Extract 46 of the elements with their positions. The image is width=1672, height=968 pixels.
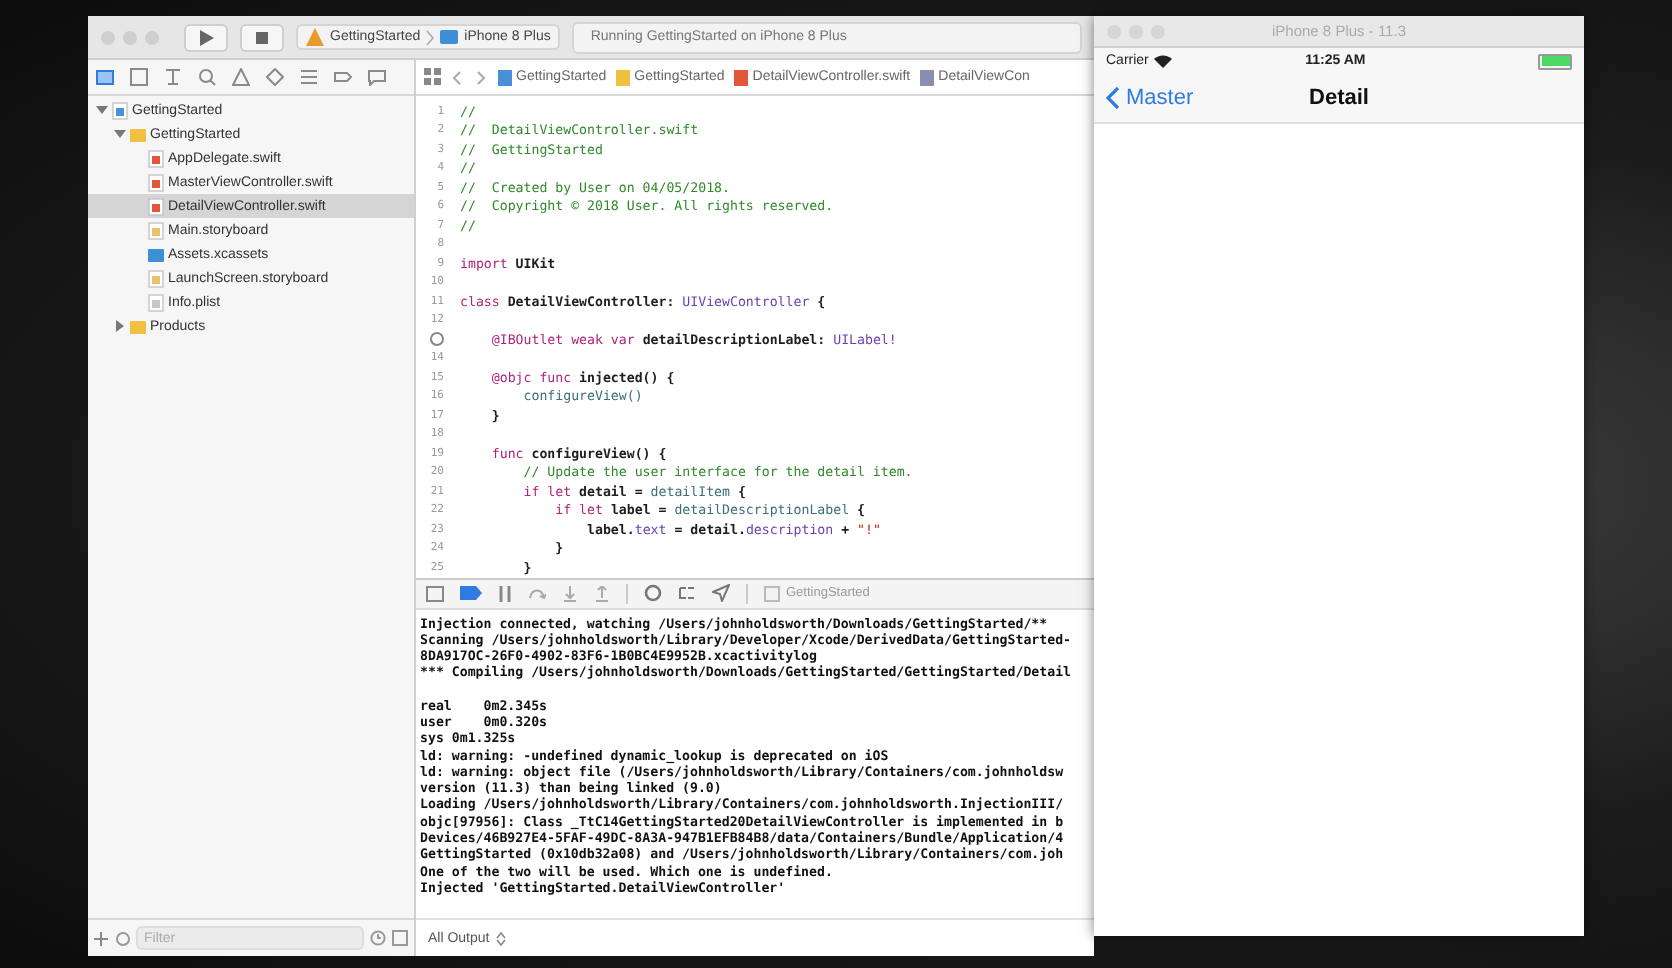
stop-button[interactable] <box>240 23 284 51</box>
folder-icon <box>148 245 164 263</box>
pause-icon[interactable] <box>498 585 512 601</box>
file-icon <box>112 101 128 119</box>
bubble-tab-icon[interactable] <box>368 68 386 86</box>
run-button[interactable] <box>184 23 228 51</box>
square-icon[interactable] <box>392 930 408 946</box>
step-in-icon[interactable] <box>562 585 578 601</box>
folder-icon <box>130 125 146 143</box>
add-icon[interactable] <box>94 931 108 945</box>
view-debugger-icon[interactable] <box>644 584 662 602</box>
breakpoint-icon[interactable] <box>460 586 482 600</box>
step-out-icon[interactable] <box>594 585 610 601</box>
file-icon <box>734 69 749 85</box>
clock-icon[interactable] <box>370 930 386 946</box>
list-tab-icon[interactable] <box>300 68 318 86</box>
folder-tab-icon[interactable] <box>96 68 114 86</box>
box-tab-icon[interactable] <box>130 68 148 86</box>
file-icon <box>498 69 512 85</box>
chevron-left-icon <box>1106 86 1120 110</box>
disclosure-triangle-icon[interactable] <box>114 320 126 332</box>
chevron-icon <box>426 29 435 45</box>
disclosure-triangle-icon[interactable] <box>96 104 108 116</box>
back-button[interactable]: Master <box>1106 86 1194 110</box>
folder-icon <box>616 69 631 85</box>
filter-icon <box>116 931 130 945</box>
stepper-icon <box>495 931 506 945</box>
location-icon[interactable] <box>712 584 730 602</box>
search-tab-icon[interactable] <box>198 68 216 86</box>
stop-icon <box>254 29 270 45</box>
panel-icon[interactable] <box>426 585 444 601</box>
disclosure-triangle-icon[interactable] <box>114 128 126 140</box>
tag-tab-icon[interactable] <box>334 68 352 86</box>
warning-tab-icon[interactable] <box>232 68 250 86</box>
play-icon <box>198 29 214 45</box>
file-icon <box>920 69 935 85</box>
folder-icon <box>130 317 146 335</box>
back-forward-icon[interactable] <box>452 69 488 85</box>
wifi-icon <box>1154 54 1173 68</box>
grid-icon[interactable] <box>424 68 442 86</box>
nav-title: Detail <box>1309 86 1369 110</box>
diamond-tab-icon[interactable] <box>266 68 284 86</box>
battery-icon <box>1538 53 1572 69</box>
step-over-icon[interactable] <box>528 585 546 601</box>
device-icon <box>440 30 459 44</box>
outlet-circle-icon[interactable] <box>430 332 444 347</box>
